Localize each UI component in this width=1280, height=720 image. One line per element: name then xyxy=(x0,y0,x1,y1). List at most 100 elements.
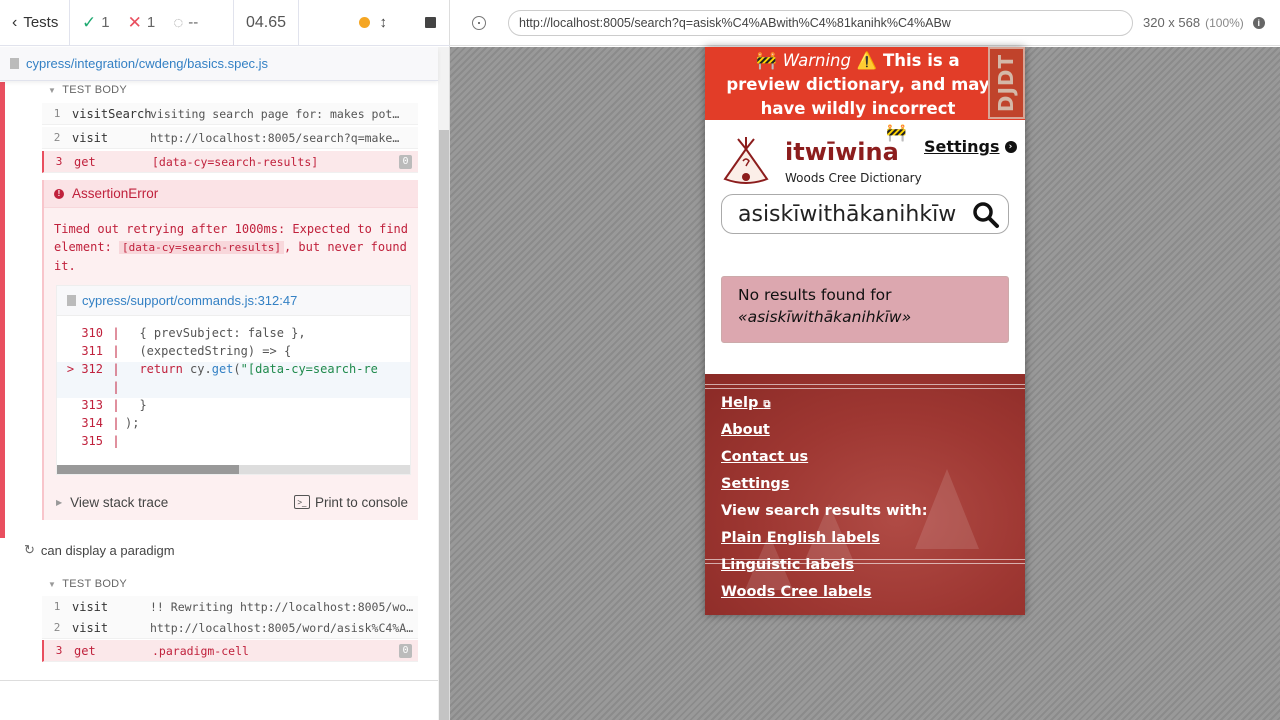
site-footer: Help ⧉ About Contact us Settings View se… xyxy=(705,374,1025,615)
command-row[interactable]: 1 visit !! Rewriting http://localhost:80… xyxy=(42,596,418,618)
site-subtitle: Woods Cree Dictionary xyxy=(785,171,922,185)
linguistic-labels-link[interactable]: Linguistic labels xyxy=(721,557,854,573)
search-input[interactable]: asiskīwithākanihkīw xyxy=(721,194,1009,234)
command-row[interactable]: 1 visitSearch visiting search page for: … xyxy=(42,103,418,125)
pending-count: -- xyxy=(188,14,199,31)
code-frame: cypress/support/commands.js:312:47 310 | … xyxy=(56,285,411,475)
dictionary-app: 🚧 Warning ⚠️ This is a preview dictionar… xyxy=(705,47,1025,615)
error-selector-code: [data-cy=search-results] xyxy=(119,241,284,254)
x-icon: ✕ xyxy=(127,12,142,32)
footer-divider xyxy=(705,384,1025,385)
site-title[interactable]: itwīwina xyxy=(785,138,899,166)
contact-link[interactable]: Contact us xyxy=(721,449,808,465)
error-title: AssertionError xyxy=(72,186,159,201)
passed-count: 1 xyxy=(101,14,110,31)
spec-file-path[interactable]: cypress/integration/cwdeng/basics.spec.j… xyxy=(0,47,438,81)
failed-test-indicator xyxy=(0,82,5,538)
caret-down-icon: ▼ xyxy=(48,579,57,589)
run-controls: ↕ xyxy=(299,0,450,45)
code-line: 315 | xyxy=(81,434,120,448)
no-results-message: No results found for «asiskīwithākanihkī… xyxy=(721,276,1009,343)
reporter-header: ‹ Tests ✓ 1 ✕ 1 ◌ -- 04.65 ↕ xyxy=(0,0,450,46)
spec-path-text: cypress/integration/cwdeng/basics.spec.j… xyxy=(26,56,269,71)
no-results-term: «asiskīwithākanihkīw» xyxy=(738,308,912,326)
code-line: 314 |); xyxy=(81,416,140,430)
viewport-info: 320 x 568 (100%) i xyxy=(1143,15,1265,30)
passed-stat: ✓ 1 xyxy=(82,13,110,33)
woods-cree-labels-link[interactable]: Woods Cree labels xyxy=(721,584,872,600)
aut-header: http://localhost:8005/search?q=asisk%C4%… xyxy=(450,0,1280,46)
failed-command-row[interactable]: 3 get [data-cy=search-results] 0 xyxy=(42,151,418,173)
code-line: 310 | { prevSubject: false }, xyxy=(81,326,306,340)
tests-label: Tests xyxy=(23,14,59,31)
info-icon[interactable]: i xyxy=(1252,16,1265,29)
error-panel: ! AssertionError Timed out retrying afte… xyxy=(42,180,418,520)
failed-count: 1 xyxy=(146,14,156,31)
plain-english-labels-link[interactable]: Plain English labels xyxy=(721,530,880,546)
auto-scroll-toggle-icon[interactable]: ↕ xyxy=(380,14,388,31)
footer-divider xyxy=(705,388,1025,389)
pending-circle-icon: ◌ xyxy=(173,12,184,32)
chevron-right-circle-icon: › xyxy=(1004,140,1017,153)
error-header: ! AssertionError xyxy=(44,180,418,208)
print-to-console-button[interactable]: >_ Print to console xyxy=(293,495,408,510)
stop-button[interactable] xyxy=(425,17,436,28)
view-results-with-label: View search results with: xyxy=(721,503,928,519)
element-count-badge: 0 xyxy=(399,643,412,658)
check-icon: ✓ xyxy=(82,12,97,32)
running-indicator-icon xyxy=(358,17,370,28)
code-line-wrap: | xyxy=(57,380,410,398)
aut-url-bar[interactable]: http://localhost:8005/search?q=asisk%C4%… xyxy=(508,9,1133,36)
file-icon xyxy=(67,295,76,306)
command-row[interactable]: 2 visit http://localhost:8005/search?q=m… xyxy=(42,127,418,149)
terminal-icon: >_ xyxy=(293,495,310,509)
test-stats: ✓ 1 ✕ 1 ◌ -- xyxy=(70,0,234,45)
test-body-label[interactable]: ▼ TEST BODY xyxy=(48,84,127,96)
viewport-zoom: (100%) xyxy=(1205,15,1244,30)
error-circle-icon: ! xyxy=(54,188,64,199)
external-link-icon: ⧉ xyxy=(763,399,771,410)
reporter-panel: ‹ Tests ✓ 1 ✕ 1 ◌ -- 04.65 ↕ cypress/int… xyxy=(0,0,450,720)
test-runnable-area: ▼ TEST BODY 1 visitSearch visiting searc… xyxy=(0,82,438,680)
test-title-paradigm[interactable]: ↻ can display a paradigm xyxy=(24,542,175,558)
viewport-size: 320 x 568 xyxy=(1143,15,1201,30)
failed-stat: ✕ 1 xyxy=(128,13,156,33)
reporter-scroll-thumb[interactable] xyxy=(439,130,449,720)
search-icon[interactable] xyxy=(972,201,1000,229)
chevron-left-icon: ‹ xyxy=(12,13,18,31)
code-frame-scrollbar[interactable] xyxy=(57,465,410,474)
django-debug-toolbar-handle[interactable]: DJDT xyxy=(988,47,1025,119)
code-frame-scroll-thumb[interactable] xyxy=(57,465,239,474)
construction-icon: 🚧 xyxy=(756,51,777,70)
view-stack-trace-button[interactable]: ▶ View stack trace xyxy=(56,495,168,510)
failed-command-row[interactable]: 3 get .paradigm-cell 0 xyxy=(42,640,418,662)
spinner-icon: ↻ xyxy=(24,542,35,557)
tests-button[interactable]: ‹ Tests xyxy=(0,0,70,45)
reporter-footer xyxy=(0,680,438,720)
error-actions: ▶ View stack trace >_ Print to console xyxy=(44,484,418,520)
pending-stat: ◌ -- xyxy=(173,13,198,33)
caret-right-icon: ▶ xyxy=(56,497,63,507)
command-row[interactable]: 2 visit http://localhost:8005/word/asisk… xyxy=(42,617,418,639)
about-link[interactable]: About xyxy=(721,422,770,438)
search-value: asiskīwithākanihkīw xyxy=(738,201,957,227)
help-link[interactable]: Help ⧉ xyxy=(721,395,771,411)
element-count-badge: 0 xyxy=(399,154,412,169)
file-icon xyxy=(10,58,19,69)
error-message: Timed out retrying after 1000ms: Expecte… xyxy=(54,222,409,273)
code-frame-path[interactable]: cypress/support/commands.js:312:47 xyxy=(57,286,410,316)
settings-link[interactable]: Settings › xyxy=(924,137,1017,156)
code-lines: 310 | { prevSubject: false }, 311 | (expec… xyxy=(57,326,410,452)
code-line: 311 | (expectedString) => { xyxy=(81,344,292,358)
preview-warning-banner: 🚧 Warning ⚠️ This is a preview dictionar… xyxy=(705,47,1025,142)
footer-settings-link[interactable]: Settings xyxy=(721,476,789,492)
warning-label: Warning xyxy=(782,51,851,70)
duration: 04.65 xyxy=(234,0,299,45)
code-line: 313 | } xyxy=(81,398,147,412)
test-body-label[interactable]: ▼ TEST BODY xyxy=(48,578,127,590)
code-line-highlighted: > 312 | return cy.get("[data-cy=search-re xyxy=(57,362,410,380)
caret-down-icon: ▼ xyxy=(48,85,57,95)
tipi-logo-icon[interactable] xyxy=(721,135,771,187)
selector-playground-icon[interactable] xyxy=(472,15,486,30)
site-branding: itwīwina Woods Cree Dictionary Settings … xyxy=(721,135,1017,195)
